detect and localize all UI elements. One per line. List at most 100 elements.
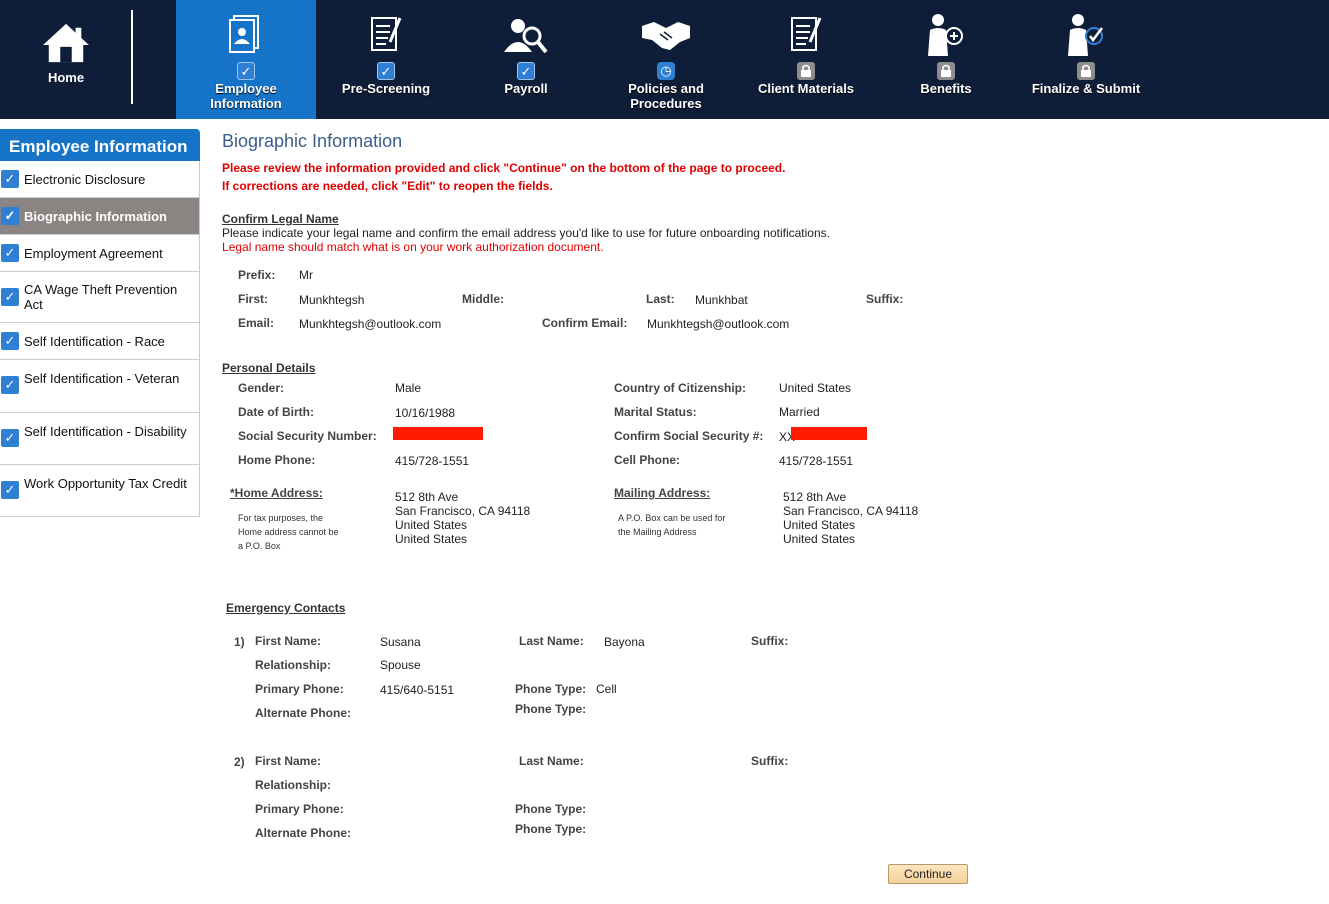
contact-index: 1) [234, 635, 245, 649]
sidebar-item-biographic-information[interactable]: ✓ Biographic Information [0, 198, 200, 235]
sidebar-item-label: CA Wage Theft Prevention Act [24, 282, 178, 312]
nav-payroll[interactable]: ✓ Payroll [456, 0, 596, 119]
contact-last-label: Last Name: [519, 634, 584, 648]
nav-label-line1: Policies and [628, 81, 704, 96]
address-line: United States [783, 518, 856, 532]
sidebar-item-label: Self Identification - Disability [24, 424, 187, 439]
sidebar-item-electronic-disclosure[interactable]: ✓ Electronic Disclosure [0, 161, 200, 198]
nav-label-line1: Pre-Screening [341, 81, 431, 96]
ssn-label: Social Security Number: [238, 429, 377, 443]
contact-index: 2) [234, 755, 245, 769]
check-icon: ✓ [1, 170, 19, 188]
nav-label-line1: Payroll [504, 81, 548, 96]
status-lock-icon [1077, 62, 1095, 80]
contact-primary-phone-label: Primary Phone: [255, 682, 344, 696]
home-phone-label: Home Phone: [238, 453, 316, 467]
citizenship-value: United States [779, 381, 852, 395]
document-icon [791, 17, 822, 51]
nav-label-line2: Information [210, 96, 282, 111]
contact-phone-type-value: Cell [596, 682, 617, 696]
nav-pre-screening[interactable]: ✓ Pre-Screening [316, 0, 456, 119]
checklist-icon [371, 17, 402, 51]
nav-employee-information[interactable]: ✓ Employee Information [176, 0, 316, 119]
contact-first-label: First Name: [255, 754, 322, 768]
gender-value: Male [395, 381, 422, 395]
mailing-address-note-line: A P.O. Box can be used for [618, 513, 726, 523]
address-line: 512 8th Ave [783, 490, 847, 504]
status-check-icon: ✓ [377, 62, 395, 80]
handshake-icon [642, 22, 690, 50]
address-line: United States [395, 518, 468, 532]
status-clock-icon: ◷ [657, 62, 675, 80]
prefix-value: Mr [299, 268, 313, 282]
prefix-label: Prefix: [238, 268, 276, 282]
confirm-email-value: Munkhtegsh@outlook.com [647, 317, 790, 331]
edit-warning: If corrections are needed, click "Edit" … [222, 179, 553, 193]
check-icon: ✓ [1, 244, 19, 262]
status-check-icon: ✓ [517, 62, 535, 80]
last-name-value: Munkhbat [695, 293, 748, 307]
personal-details-heading: Personal Details [222, 361, 316, 375]
address-line: San Francisco, CA 94118 [783, 504, 919, 518]
mailing-address-note: A P.O. Box can be used for the Mailing A… [618, 511, 725, 539]
first-name-label: First: [238, 292, 268, 306]
dob-label: Date of Birth: [238, 405, 314, 419]
home-icon [43, 23, 89, 63]
contact-relationship-value: Spouse [380, 658, 421, 672]
sidebar-item-employment-agreement[interactable]: ✓ Employment Agreement [0, 235, 200, 272]
legal-name-instructions: Please indicate your legal name and conf… [222, 226, 830, 240]
sidebar-item-label: Employment Agreement [24, 246, 163, 261]
lock-icon [941, 64, 951, 77]
contact-suffix-label: Suffix: [751, 754, 789, 768]
sidebar-item-ca-wage-theft[interactable]: ✓ CA Wage Theft Prevention Act [0, 272, 200, 323]
sidebar-title: Employee Information [0, 129, 200, 161]
contact-alternate-phone-label: Alternate Phone: [255, 706, 352, 720]
nav-label-line1: Finalize & Submit [1031, 81, 1141, 96]
home-address-label: *Home Address: [230, 486, 323, 500]
status-lock-icon [937, 62, 955, 80]
person-plus-icon [928, 14, 963, 56]
marital-status-value: Married [779, 405, 820, 419]
id-card-icon [229, 15, 259, 53]
marital-status-label: Marital Status: [614, 405, 697, 419]
home-phone-value: 415/728-1551 [395, 454, 470, 468]
nav-client-materials[interactable]: Client Materials [736, 0, 876, 119]
contact-alt-phone-type-label: Phone Type: [515, 702, 587, 716]
review-warning: Please review the information provided a… [222, 161, 786, 175]
check-icon: ✓ [1, 481, 19, 499]
continue-button[interactable]: Continue [888, 864, 968, 884]
sidebar-item-wotc[interactable]: ✓ Work Opportunity Tax Credit [0, 465, 200, 517]
nav-home[interactable]: Home [0, 0, 132, 119]
nav-divider [131, 10, 133, 104]
page-title: Biographic Information [222, 131, 403, 151]
sidebar-item-label: Self Identification - Veteran [24, 371, 180, 386]
contact-relationship-label: Relationship: [255, 658, 332, 672]
home-address-value: 512 8th Ave San Francisco, CA 94118 Unit… [395, 490, 530, 546]
magnifier-person-icon [504, 19, 548, 54]
check-icon: ✓ [1, 288, 19, 306]
sidebar-item-self-id-disability[interactable]: ✓ Self Identification - Disability [0, 413, 200, 465]
dob-value: 10/16/1988 [395, 406, 456, 420]
nav-home-label: Home [47, 70, 85, 85]
check-icon: ✓ [1, 429, 19, 447]
nav-label-line2: Procedures [630, 96, 702, 111]
contact-phone-type-label: Phone Type: [515, 802, 587, 816]
cell-phone-value: 415/728-1551 [779, 454, 854, 468]
status-check-icon: ✓ [237, 62, 255, 80]
address-line: United States [783, 532, 856, 546]
sidebar-item-label: Work Opportunity Tax Credit [24, 476, 187, 491]
home-address-note-line: a P.O. Box [238, 541, 281, 551]
check-icon: ✓ [1, 332, 19, 350]
nav-finalize-and-submit[interactable]: Finalize & Submit [1016, 0, 1156, 119]
sidebar-item-self-id-veteran[interactable]: ✓ Self Identification - Veteran [0, 360, 200, 413]
status-lock-icon [797, 62, 815, 80]
contact-first-value: Susana [380, 635, 421, 649]
nav-policies-and-procedures[interactable]: ◷ Policies and Procedures [596, 0, 736, 119]
sidebar-item-self-id-race[interactable]: ✓ Self Identification - Race [0, 323, 200, 360]
lock-icon [801, 64, 811, 77]
ssn-redaction [393, 427, 483, 440]
top-navigation: Home ✓ Employee Information ✓ Pre-Screeni… [0, 0, 1329, 119]
contact-suffix-label: Suffix: [751, 634, 789, 648]
nav-benefits[interactable]: Benefits [876, 0, 1016, 119]
suffix-label: Suffix: [866, 292, 904, 306]
